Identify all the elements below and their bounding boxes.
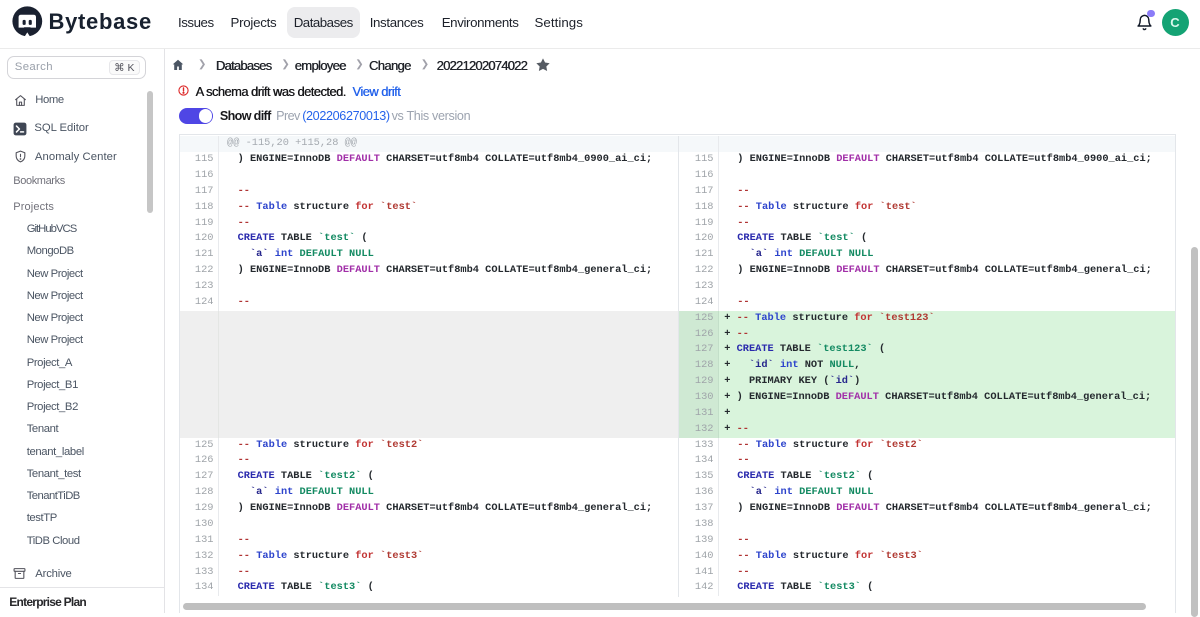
svg-text:Bytebase: Bytebase — [49, 9, 152, 34]
